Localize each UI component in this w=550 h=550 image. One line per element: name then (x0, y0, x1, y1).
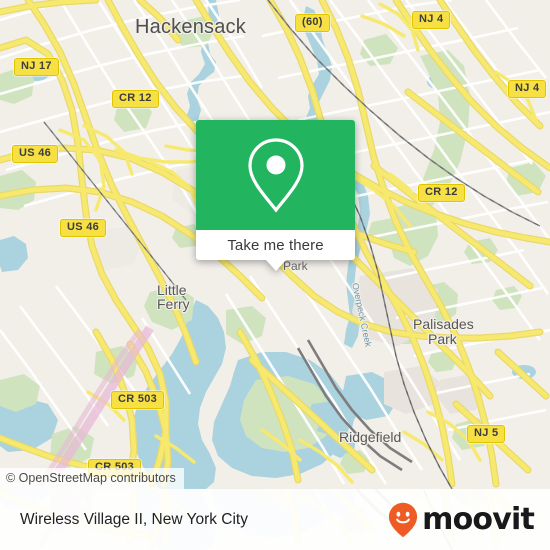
moovit-map-screenshot: Hackensack Palisades Park Little Ferry R… (0, 0, 550, 550)
route-shield-cr12-north[interactable]: CR 12 (112, 90, 159, 108)
route-shield-us46-west[interactable]: US 46 (12, 145, 59, 163)
osm-attribution[interactable]: © OpenStreetMap contributors (0, 468, 184, 489)
route-shield-nj4-east[interactable]: NJ 4 (508, 80, 547, 98)
moovit-wordmark: moovit (422, 501, 535, 537)
route-shield-nj5[interactable]: NJ 5 (467, 425, 506, 443)
place-title: Wireless Village II, New York City (20, 510, 248, 528)
map-canvas[interactable]: Hackensack Palisades Park Little Ferry R… (0, 0, 550, 489)
route-shield-nj17[interactable]: NJ 17 (14, 58, 59, 76)
route-shield-cr12-east[interactable]: CR 12 (418, 184, 465, 202)
route-shield-us46-south[interactable]: US 46 (60, 219, 107, 237)
moovit-smiley-pin-icon (389, 502, 418, 537)
location-popup-card[interactable]: Take me there (196, 120, 355, 271)
route-shield-60[interactable]: (60) (295, 14, 330, 32)
route-shield-cr503-north[interactable]: CR 503 (111, 391, 165, 409)
route-shield-nj4-north[interactable]: NJ 4 (412, 11, 451, 29)
take-me-there-label: Take me there (227, 236, 324, 254)
map-pin-icon (247, 138, 304, 213)
popup-action-area[interactable]: Take me there (196, 230, 355, 260)
popup-pointer-tip (264, 259, 287, 271)
footer-bar: Wireless Village II, New York City moovi… (0, 489, 550, 550)
moovit-brand: moovit (388, 501, 535, 538)
popup-image-area (196, 120, 355, 230)
